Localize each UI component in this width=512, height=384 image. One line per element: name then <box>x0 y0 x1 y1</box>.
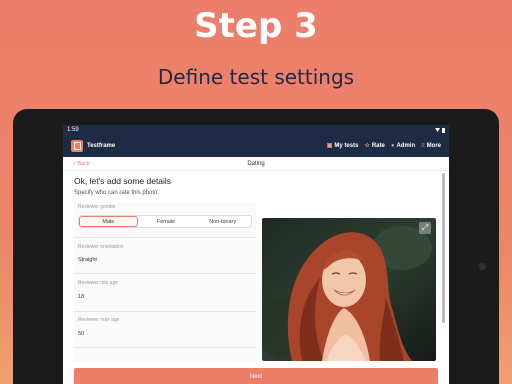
gender-selector: Male Female Non-binary <box>78 215 252 228</box>
battery-icon <box>442 127 445 133</box>
nav-rate-label: Rate <box>371 143 385 149</box>
hero-subtitle: Define test settings <box>157 65 355 89</box>
min-age-value: 18 <box>78 294 85 300</box>
page-title: Dating <box>247 160 265 167</box>
menu-icon: ≡ <box>421 143 425 149</box>
section-subheading: Specify who can rate this photo. <box>74 190 160 196</box>
tablet-frame: 1:59 Testframe ▣ My tests ☆ Rate ● Admin… <box>13 109 499 384</box>
status-bar: 1:59 <box>63 125 449 135</box>
nav-admin[interactable]: ● Admin <box>391 143 415 149</box>
orientation-label: Reviewer orientation <box>78 244 124 250</box>
nav-my-tests[interactable]: ▣ My tests <box>327 143 359 149</box>
section-heading: Ok, let's add some details <box>74 176 172 186</box>
expand-icon[interactable]: ⤢ <box>419 222 431 234</box>
users-icon: ● <box>390 143 395 149</box>
subheader: ‹ Back Dating <box>63 157 449 171</box>
hero-title: Step 3 <box>194 6 318 46</box>
min-age-label: Reviewer min age <box>78 280 119 286</box>
profile-photo: ⤢ <box>262 218 436 361</box>
gender-label: Reviewer gender <box>78 204 116 210</box>
gallery-icon: ▣ <box>326 143 333 149</box>
max-age-field[interactable]: Reviewer max age 50 <box>74 315 256 348</box>
content-area: Ok, let's add some details Specify who c… <box>63 171 449 384</box>
top-nav: Testframe ▣ My tests ☆ Rate ● Admin ≡ Mo… <box>63 135 449 157</box>
camera-dot <box>479 263 486 270</box>
next-button[interactable]: Next <box>74 368 438 384</box>
gender-option-female[interactable]: Female <box>138 216 195 227</box>
scrollbar[interactable] <box>442 173 445 323</box>
orientation-field[interactable]: Reviewer orientation Straight <box>74 242 256 274</box>
status-icons <box>435 127 445 133</box>
nav-more-label: More <box>426 143 441 149</box>
logo-icon[interactable] <box>71 140 83 152</box>
nav-admin-label: Admin <box>396 143 416 149</box>
app-screen: 1:59 Testframe ▣ My tests ☆ Rate ● Admin… <box>63 125 449 384</box>
gender-option-male[interactable]: Male <box>79 216 138 227</box>
gender-option-non-binary[interactable]: Non-binary <box>194 216 251 227</box>
app-name[interactable]: Testframe <box>87 143 115 149</box>
nav-more[interactable]: ≡ More <box>421 143 441 149</box>
status-time: 1:59 <box>67 127 79 133</box>
nav-my-tests-label: My tests <box>334 143 359 149</box>
settings-form: Reviewer gender Male Female Non-binary R… <box>74 202 256 362</box>
min-age-field[interactable]: Reviewer min age 18 <box>74 278 256 312</box>
nav-links: ▣ My tests ☆ Rate ● Admin ≡ More <box>327 143 441 149</box>
gender-field: Reviewer gender Male Female Non-binary <box>74 202 256 238</box>
max-age-value: 50 <box>78 331 85 337</box>
max-age-label: Reviewer max age <box>78 317 120 323</box>
wifi-icon <box>435 128 440 132</box>
photo-illustration <box>262 218 436 361</box>
back-label: Back <box>77 160 90 167</box>
back-button[interactable]: ‹ Back <box>73 160 90 167</box>
orientation-value: Straight <box>78 257 97 263</box>
chevron-left-icon: ‹ <box>73 160 76 167</box>
star-icon: ☆ <box>364 143 370 149</box>
nav-rate[interactable]: ☆ Rate <box>364 143 384 149</box>
